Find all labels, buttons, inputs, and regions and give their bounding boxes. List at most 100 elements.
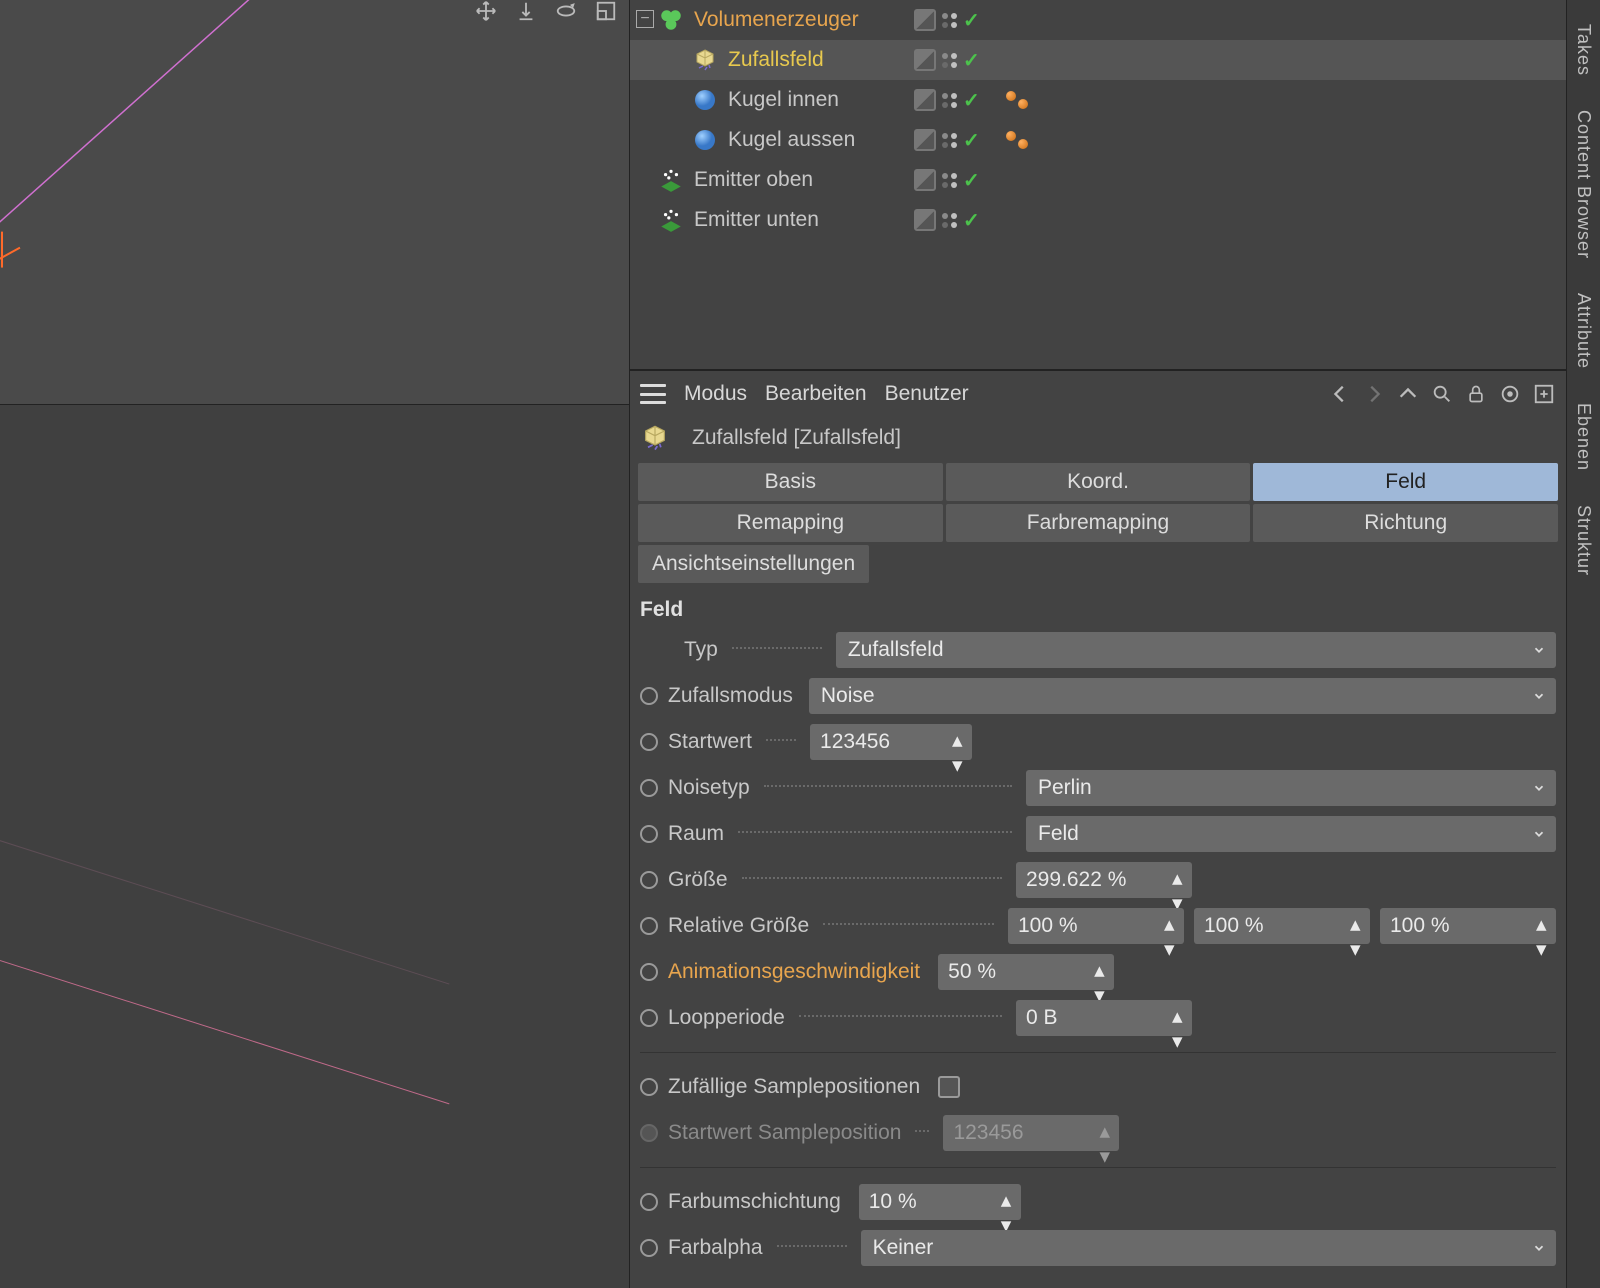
startwert-input[interactable]: 123456 ▴▾ <box>810 724 972 760</box>
param-raum: Raum Feld <box>640 814 1556 854</box>
emitter-icon <box>658 167 684 193</box>
keyframe-dot[interactable] <box>640 687 658 705</box>
samplepos-checkbox[interactable] <box>938 1076 960 1098</box>
layout-icon[interactable] <box>591 0 621 22</box>
animspeed-input[interactable]: 50 % ▴▾ <box>938 954 1114 990</box>
enable-check-icon[interactable]: ✓ <box>963 128 980 153</box>
expand-toggle[interactable]: − <box>636 10 654 28</box>
object-row-emitter-oben[interactable]: Emitter oben ✓ <box>630 160 1566 200</box>
keyframe-dot[interactable] <box>640 825 658 843</box>
keyframe-dot[interactable] <box>640 963 658 981</box>
layer-flag[interactable] <box>914 9 936 31</box>
visibility-dots[interactable] <box>942 93 957 108</box>
object-label: Kugel aussen <box>728 128 855 152</box>
relgroesse-x-input[interactable]: 100 %▴▾ <box>1008 908 1184 944</box>
parameters: Typ Zufallsfeld Zufallsmodus Noise <box>630 630 1566 1288</box>
tab-feld[interactable]: Feld <box>1253 463 1558 501</box>
nav-up-icon[interactable] <box>1396 382 1420 406</box>
attribute-title-row: Zufallsfeld [Zufallsfeld] <box>630 417 1566 463</box>
loopperiode-input[interactable]: 0 B ▴▾ <box>1016 1000 1192 1036</box>
target-icon[interactable] <box>1498 382 1522 406</box>
sidetab-struktur[interactable]: Struktur <box>1573 505 1594 576</box>
keyframe-dot[interactable] <box>640 733 658 751</box>
sidetab-takes[interactable]: Takes <box>1573 24 1594 76</box>
groesse-input[interactable]: 299.622 % ▴▾ <box>1016 862 1192 898</box>
tab-remapping[interactable]: Remapping <box>638 504 943 542</box>
chevron-down-icon <box>1532 643 1546 657</box>
object-row-kugel-innen[interactable]: Kugel innen ✓ <box>630 80 1566 120</box>
spinner-icon[interactable]: ▴▾ <box>1350 912 1364 940</box>
farbalpha-dropdown[interactable]: Keiner <box>861 1230 1556 1266</box>
farbumschichtung-input[interactable]: 10 % ▴▾ <box>859 1184 1021 1220</box>
tab-richtung[interactable]: Richtung <box>1253 504 1558 542</box>
enable-check-icon[interactable]: ✓ <box>963 168 980 193</box>
viewport[interactable] <box>0 0 630 405</box>
spinner-icon[interactable]: ▴▾ <box>1536 912 1550 940</box>
side-tabs: Takes Content Browser Attribute Ebenen S… <box>1566 0 1600 1288</box>
object-row-emitter-unten[interactable]: Emitter unten ✓ <box>630 200 1566 240</box>
layer-flag[interactable] <box>914 49 936 71</box>
spinner-icon: ▴▾ <box>1099 1119 1113 1147</box>
orbit-icon[interactable] <box>551 0 581 22</box>
layer-flag[interactable] <box>914 89 936 111</box>
enable-check-icon[interactable]: ✓ <box>963 88 980 113</box>
search-icon[interactable] <box>1430 382 1454 406</box>
menu-benutzer[interactable]: Benutzer <box>885 382 969 406</box>
spinner-icon[interactable]: ▴▾ <box>1164 912 1178 940</box>
tab-ansichtseinstellungen[interactable]: Ansichtseinstellungen <box>638 545 869 583</box>
layer-flag[interactable] <box>914 209 936 231</box>
spinner-icon[interactable]: ▴▾ <box>1001 1188 1015 1216</box>
spinner-icon[interactable]: ▴▾ <box>1094 958 1108 986</box>
visibility-dots[interactable] <box>942 13 957 28</box>
spinner-icon[interactable]: ▴▾ <box>1172 1004 1186 1032</box>
keyframe-dot[interactable] <box>640 917 658 935</box>
noisetyp-dropdown[interactable]: Perlin <box>1026 770 1556 806</box>
visibility-dots[interactable] <box>942 133 957 148</box>
visibility-dots[interactable] <box>942 173 957 188</box>
keyframe-dot[interactable] <box>640 871 658 889</box>
keyframe-dot[interactable] <box>640 1193 658 1211</box>
move-icon[interactable] <box>471 0 501 22</box>
nav-back-icon[interactable] <box>1328 382 1352 406</box>
keyframe-dot[interactable] <box>640 1078 658 1096</box>
sidetab-content-browser[interactable]: Content Browser <box>1573 110 1594 259</box>
object-row-kugel-aussen[interactable]: Kugel aussen ✓ <box>630 120 1566 160</box>
visibility-dots[interactable] <box>942 53 957 68</box>
dolly-icon[interactable] <box>511 0 541 22</box>
viewport-lower[interactable] <box>0 405 630 1288</box>
zufallsmodus-dropdown[interactable]: Noise <box>809 678 1556 714</box>
tag-icons[interactable] <box>1006 95 1028 105</box>
relgroesse-y-input[interactable]: 100 %▴▾ <box>1194 908 1370 944</box>
lock-icon[interactable] <box>1464 382 1488 406</box>
object-row-zufallsfeld[interactable]: Zufallsfeld ✓ <box>630 40 1566 80</box>
sidetab-attribute[interactable]: Attribute <box>1573 293 1594 369</box>
spinner-icon[interactable]: ▴▾ <box>952 728 966 756</box>
enable-check-icon[interactable]: ✓ <box>963 208 980 233</box>
menu-icon[interactable] <box>640 384 666 404</box>
menu-modus[interactable]: Modus <box>684 382 747 406</box>
object-row-volumenerzeuger[interactable]: − Volumenerzeuger ✓ <box>630 0 1566 40</box>
enable-check-icon[interactable]: ✓ <box>963 48 980 73</box>
enable-check-icon[interactable]: ✓ <box>963 8 980 33</box>
tab-basis[interactable]: Basis <box>638 463 943 501</box>
sidetab-ebenen[interactable]: Ebenen <box>1573 403 1594 471</box>
chevron-down-icon <box>1532 689 1546 703</box>
keyframe-dot[interactable] <box>640 779 658 797</box>
param-label: Animationsgeschwindigkeit <box>668 960 920 984</box>
new-window-icon[interactable] <box>1532 382 1556 406</box>
raum-dropdown[interactable]: Feld <box>1026 816 1556 852</box>
typ-dropdown[interactable]: Zufallsfeld <box>836 632 1556 668</box>
keyframe-dot[interactable] <box>640 1009 658 1027</box>
spinner-icon[interactable]: ▴▾ <box>1172 866 1186 894</box>
menu-bearbeiten[interactable]: Bearbeiten <box>765 382 867 406</box>
param-startwert: Startwert 123456 ▴▾ <box>640 722 1556 762</box>
layer-flag[interactable] <box>914 169 936 191</box>
nav-forward-icon[interactable] <box>1362 382 1386 406</box>
relgroesse-z-input[interactable]: 100 %▴▾ <box>1380 908 1556 944</box>
layer-flag[interactable] <box>914 129 936 151</box>
tag-icons[interactable] <box>1006 135 1028 145</box>
tab-koord[interactable]: Koord. <box>946 463 1251 501</box>
keyframe-dot[interactable] <box>640 1239 658 1257</box>
visibility-dots[interactable] <box>942 213 957 228</box>
tab-farbremapping[interactable]: Farbremapping <box>946 504 1251 542</box>
